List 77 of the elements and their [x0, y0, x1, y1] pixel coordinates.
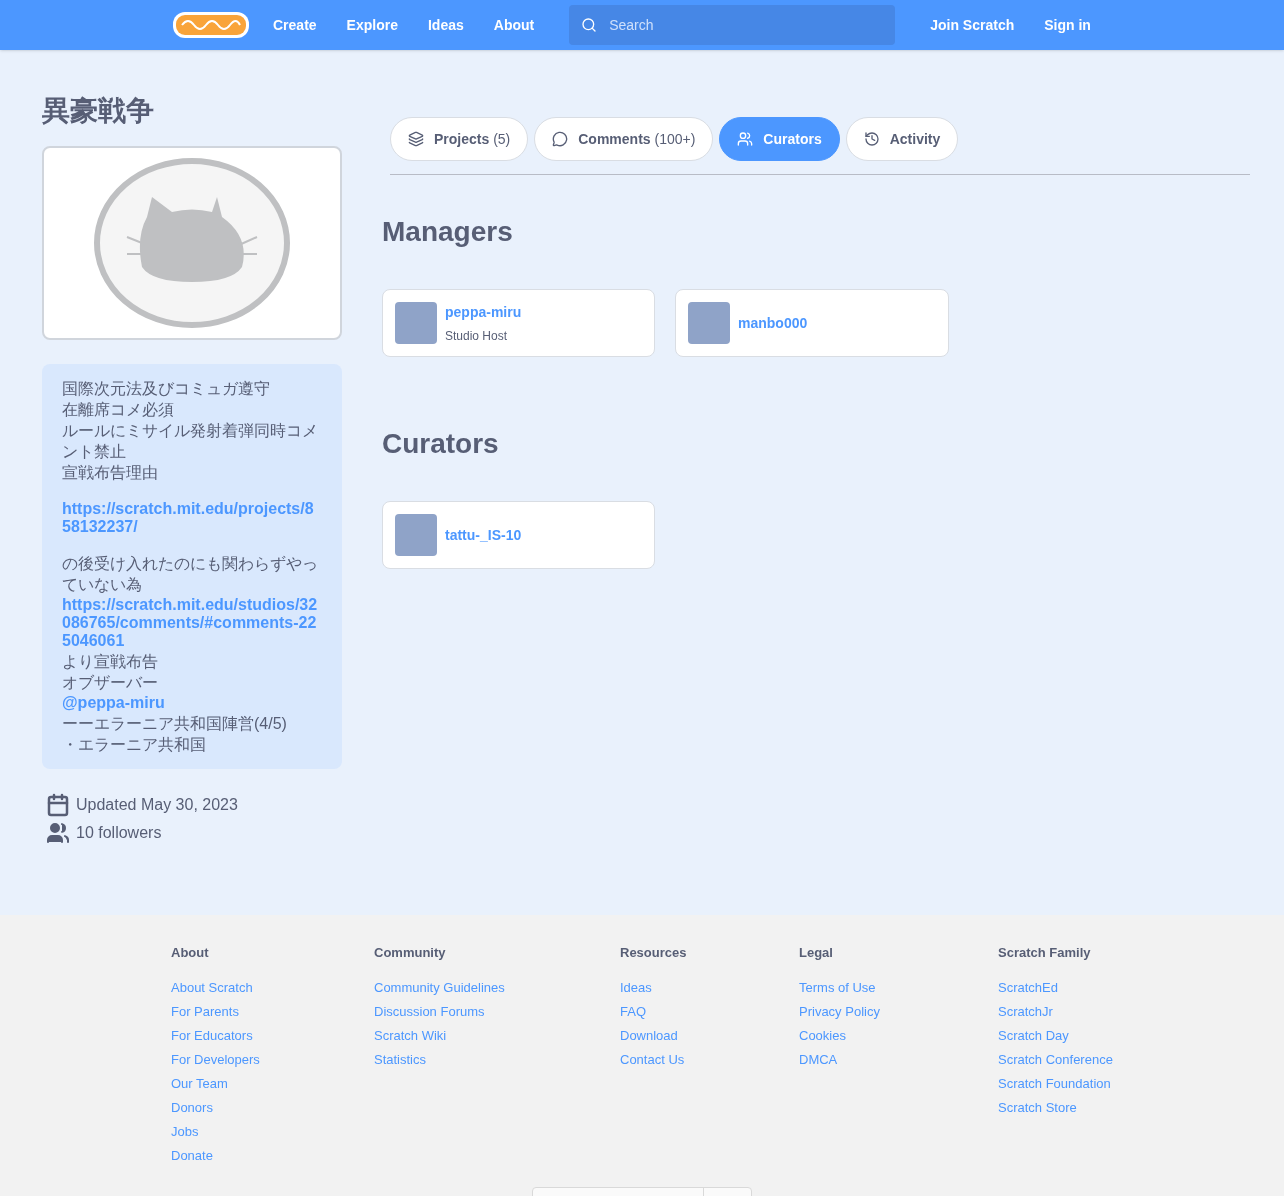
- member-card[interactable]: peppa-miru Studio Host: [382, 289, 655, 357]
- description-link[interactable]: @peppa-miru: [62, 694, 322, 712]
- member-card[interactable]: tattu-_IS-10: [382, 501, 655, 569]
- footer-link[interactable]: Scratch Store: [998, 1099, 1077, 1115]
- description-link[interactable]: https://scratch.mit.edu/studios/32086765/comments/#comments-225046061: [62, 596, 322, 650]
- stack-icon: [408, 131, 424, 147]
- nav-link[interactable]: Create: [258, 14, 332, 36]
- nav-link[interactable]: Join Scratch: [915, 14, 1030, 36]
- description-line: 在離席コメ必須: [62, 400, 175, 420]
- footer-link[interactable]: Download: [620, 1027, 678, 1043]
- scratch-logo[interactable]: [172, 10, 250, 40]
- username-link[interactable]: tattu-_IS-10: [445, 524, 522, 546]
- footer-link[interactable]: Scratch Day: [998, 1027, 1069, 1043]
- nav-link[interactable]: About: [478, 14, 550, 36]
- footer-link[interactable]: For Educators: [171, 1027, 253, 1043]
- section-heading: Curators: [382, 427, 500, 461]
- description-line: ルールにミサイル発射着弾同時コメント禁止: [62, 421, 319, 462]
- footer-heading: Community: [374, 944, 447, 962]
- footer-link[interactable]: Scratch Wiki: [374, 1027, 447, 1043]
- people-icon: [737, 131, 754, 147]
- footer-link[interactable]: Community Guidelines: [374, 979, 505, 995]
- footer-link[interactable]: About Scratch: [171, 979, 253, 995]
- footer-link[interactable]: Jobs: [171, 1123, 199, 1139]
- footer-link[interactable]: ScratchJr: [998, 1003, 1053, 1019]
- footer-link[interactable]: Contact Us: [620, 1051, 685, 1067]
- description-line: より宣戦布告: [62, 652, 159, 672]
- footer-link[interactable]: Ideas: [620, 979, 652, 995]
- footer-link[interactable]: For Developers: [171, 1051, 260, 1067]
- avatar-placeholder: [688, 302, 730, 344]
- tab[interactable]: Comments (100+): [534, 117, 714, 161]
- footer-link[interactable]: DMCA: [799, 1051, 838, 1067]
- footer-link[interactable]: Privacy Policy: [799, 1003, 880, 1019]
- updated-date: Updated May 30, 2023: [76, 795, 238, 815]
- username-link[interactable]: peppa-miru: [445, 301, 522, 323]
- footer-link[interactable]: FAQ: [620, 1003, 646, 1019]
- nav-link[interactable]: Ideas: [412, 14, 479, 36]
- footer-link[interactable]: For Parents: [171, 1003, 239, 1019]
- footer-link[interactable]: Scratch Conference: [998, 1051, 1113, 1067]
- nav-link[interactable]: Sign in: [1029, 14, 1106, 36]
- footer-link[interactable]: Donors: [171, 1099, 213, 1115]
- footer-link[interactable]: Cookies: [799, 1027, 846, 1043]
- footer-heading: Resources: [620, 944, 688, 962]
- description-line: 宣戦布告理由: [62, 463, 159, 483]
- tab[interactable]: Curators: [719, 117, 840, 161]
- footer-link[interactable]: ScratchEd: [998, 979, 1058, 995]
- description-line: ーーエラーニア共和国陣営(4/5): [62, 714, 288, 734]
- footer-link[interactable]: Discussion Forums: [374, 1003, 485, 1019]
- nav-link[interactable]: Explore: [331, 14, 413, 36]
- speech-bubble-icon: [552, 131, 569, 147]
- search-icon: [581, 17, 598, 33]
- search-field[interactable]: Search: [569, 5, 896, 45]
- footer-heading: About: [171, 944, 210, 962]
- footer-heading: Legal: [799, 944, 834, 962]
- section-heading: Managers: [382, 215, 514, 249]
- followers-count: 10 followers: [76, 823, 162, 843]
- tab[interactable]: Activity: [845, 117, 959, 161]
- description-line: ・エラーニア共和国: [62, 735, 207, 755]
- footer-heading: Scratch Family: [998, 944, 1092, 962]
- description-line: の後受け入れたのにも関わらずやっていない為: [62, 554, 319, 595]
- studio-title: 異豪戦争: [42, 94, 155, 128]
- footer-link[interactable]: Scratch Foundation: [998, 1075, 1111, 1091]
- people-icon: [46, 821, 70, 845]
- username-link[interactable]: manbo000: [738, 312, 808, 334]
- description-line: オブザーバー: [62, 673, 159, 693]
- description-line: 国際次元法及びコミュガ遵守: [62, 379, 271, 399]
- history-icon: [863, 131, 880, 147]
- calendar-icon: [46, 793, 70, 817]
- member-card[interactable]: manbo000: [675, 289, 949, 357]
- footer-link[interactable]: Statistics: [374, 1051, 426, 1067]
- footer-link[interactable]: Donate: [171, 1147, 213, 1163]
- avatar-placeholder: [395, 514, 437, 556]
- avatar-placeholder: [395, 302, 437, 344]
- member-role: Studio Host: [445, 327, 509, 345]
- footer-link[interactable]: Our Team: [171, 1075, 228, 1091]
- tab[interactable]: Projects (5): [390, 117, 529, 161]
- footer-link[interactable]: Terms of Use: [799, 979, 876, 995]
- description-link[interactable]: https://scratch.mit.edu/projects/858132237/: [62, 500, 322, 536]
